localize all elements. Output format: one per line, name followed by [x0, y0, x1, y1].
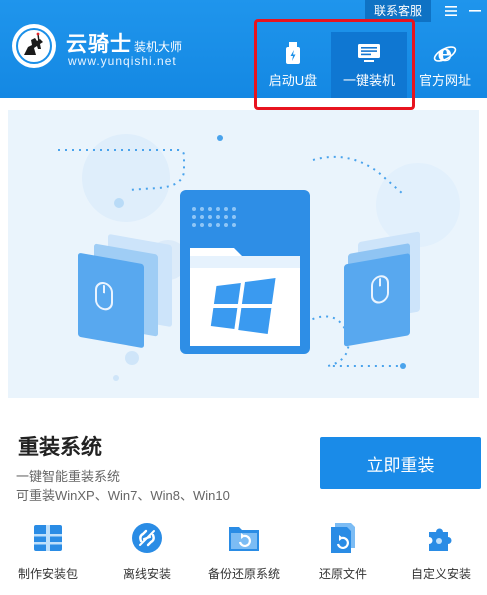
tool-label: 制作安装包 — [17, 567, 78, 581]
tool-custom-install[interactable]: 自定义安装 — [393, 520, 487, 590]
app-header: 云骑士 装机大师 www.yunqishi.net 联系客服 启动U盘 一键装机… — [0, 0, 487, 110]
custom-puzzle-icon — [426, 520, 456, 556]
restore-file-icon — [329, 520, 357, 556]
tools-bar: 制作安装包 离线安装 备份还原系统 还原文件 自定义安装 — [0, 520, 487, 590]
subtitle: 一键智能重装系统 — [16, 469, 121, 484]
hero-banner — [8, 110, 479, 398]
nav-label: 一键装机 — [342, 73, 395, 88]
offline-icon — [131, 520, 163, 556]
package-icon — [32, 520, 64, 556]
nav-official-site[interactable]: e 官方网址 — [407, 32, 483, 98]
tool-make-package[interactable]: 制作安装包 — [0, 520, 96, 590]
tool-offline-install[interactable]: 离线安装 — [99, 520, 195, 590]
nav-label: 官方网址 — [418, 73, 471, 88]
nav-one-click-install[interactable]: 一键装机 — [331, 32, 407, 98]
ie-browser-icon: e — [433, 40, 457, 66]
tool-restore-file[interactable]: 还原文件 — [295, 520, 391, 590]
supported-systems: 可重装WinXP、Win7、Win8、Win10 — [16, 488, 230, 503]
tool-label: 离线安装 — [122, 567, 171, 581]
contact-service-link[interactable]: 联系客服 — [364, 0, 431, 22]
tool-backup-restore[interactable]: 备份还原系统 — [196, 520, 292, 590]
logo-url: www.yunqishi.net — [68, 54, 177, 68]
knight-logo-icon — [12, 24, 56, 68]
tool-label: 备份还原系统 — [207, 567, 280, 581]
window-controls: 联系客服 — [364, 0, 487, 22]
folder-windows-illustration — [58, 134, 460, 381]
app-logo: 云骑士 装机大师 www.yunqishi.net — [12, 22, 212, 74]
monitor-icon — [357, 40, 381, 66]
backup-restore-icon — [227, 520, 261, 556]
minimize-icon[interactable] — [463, 0, 487, 22]
logo-name: 云骑士 — [66, 33, 132, 56]
tool-label: 还原文件 — [318, 567, 367, 581]
usb-drive-icon — [285, 40, 301, 66]
nav-boot-usb[interactable]: 启动U盘 — [255, 32, 331, 98]
menu-icon[interactable] — [439, 0, 463, 22]
main-nav: 启动U盘 一键装机 e 官方网址 — [255, 32, 483, 98]
page-title: 重装系统 — [18, 436, 102, 459]
reinstall-now-button[interactable]: 立即重装 — [320, 437, 481, 489]
logo-suffix: 装机大师 — [134, 40, 183, 54]
tool-label: 自定义安装 — [410, 567, 471, 581]
nav-label: 启动U盘 — [268, 73, 318, 88]
